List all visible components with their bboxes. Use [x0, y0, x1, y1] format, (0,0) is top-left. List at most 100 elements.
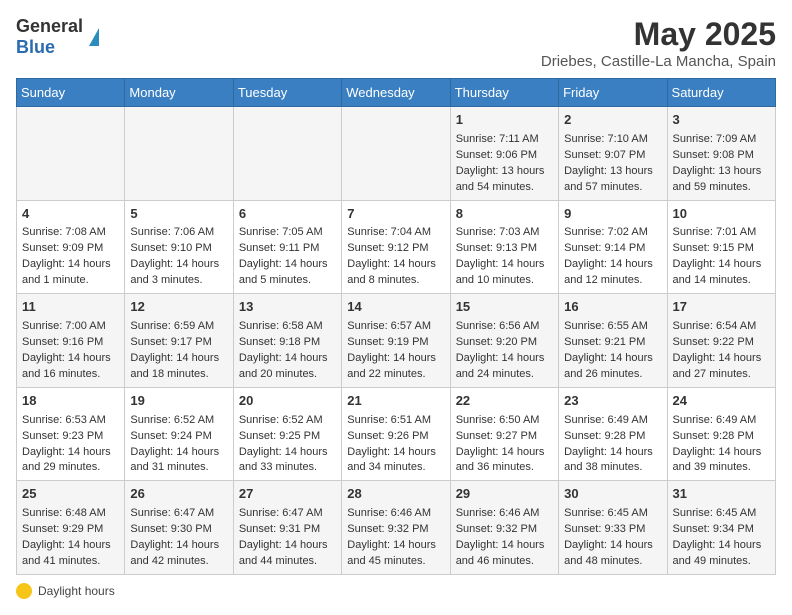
day-info-line: Sunset: 9:19 PM — [347, 335, 444, 351]
calendar-week-5: 25Sunrise: 6:48 AMSunset: 9:29 PMDayligh… — [17, 481, 776, 575]
day-number: 13 — [239, 298, 336, 317]
empty-cell — [17, 107, 125, 201]
day-cell-19: 19Sunrise: 6:52 AMSunset: 9:24 PMDayligh… — [125, 387, 233, 481]
day-cell-7: 7Sunrise: 7:04 AMSunset: 9:12 PMDaylight… — [342, 200, 450, 294]
day-info-line: Sunset: 9:32 PM — [347, 522, 444, 538]
day-info-line: Sunset: 9:16 PM — [22, 335, 119, 351]
day-info-line: and 33 minutes. — [239, 460, 336, 476]
day-info-line: Sunrise: 7:11 AM — [456, 132, 553, 148]
day-info-line: Daylight: 13 hours — [456, 164, 553, 180]
day-cell-25: 25Sunrise: 6:48 AMSunset: 9:29 PMDayligh… — [17, 481, 125, 575]
day-info-line: Sunrise: 6:54 AM — [673, 319, 770, 335]
day-info-line: and 22 minutes. — [347, 367, 444, 383]
day-header-thursday: Thursday — [450, 79, 558, 107]
day-info-line: Sunset: 9:06 PM — [456, 148, 553, 164]
day-number: 21 — [347, 392, 444, 411]
day-info-line: and 36 minutes. — [456, 460, 553, 476]
day-info-line: and 1 minute. — [22, 273, 119, 289]
day-number: 27 — [239, 485, 336, 504]
day-number: 31 — [673, 485, 770, 504]
day-info-line: Daylight: 14 hours — [347, 257, 444, 273]
day-info-line: Sunrise: 7:00 AM — [22, 319, 119, 335]
day-info-line: Sunrise: 6:46 AM — [456, 506, 553, 522]
day-info-line: Sunset: 9:10 PM — [130, 241, 227, 257]
day-info-line: Daylight: 14 hours — [673, 351, 770, 367]
day-info-line: Sunrise: 6:49 AM — [673, 413, 770, 429]
day-number: 15 — [456, 298, 553, 317]
day-info-line: and 29 minutes. — [22, 460, 119, 476]
day-info-line: Sunrise: 7:08 AM — [22, 225, 119, 241]
day-info-line: and 34 minutes. — [347, 460, 444, 476]
day-info-line: Sunset: 9:18 PM — [239, 335, 336, 351]
day-info-line: and 5 minutes. — [239, 273, 336, 289]
logo-blue: Blue — [16, 37, 55, 57]
day-info-line: Sunrise: 6:47 AM — [130, 506, 227, 522]
day-info-line: Daylight: 14 hours — [564, 445, 661, 461]
day-info-line: and 46 minutes. — [456, 554, 553, 570]
calendar-week-1: 1Sunrise: 7:11 AMSunset: 9:06 PMDaylight… — [17, 107, 776, 201]
day-info-line: and 31 minutes. — [130, 460, 227, 476]
day-info-line: Daylight: 14 hours — [22, 257, 119, 273]
day-cell-14: 14Sunrise: 6:57 AMSunset: 9:19 PMDayligh… — [342, 294, 450, 388]
day-number: 29 — [456, 485, 553, 504]
day-info-line: Sunset: 9:34 PM — [673, 522, 770, 538]
day-info-line: Daylight: 14 hours — [564, 538, 661, 554]
day-number: 9 — [564, 205, 661, 224]
day-info-line: and 14 minutes. — [673, 273, 770, 289]
day-number: 30 — [564, 485, 661, 504]
day-info-line: Daylight: 14 hours — [239, 351, 336, 367]
day-header-wednesday: Wednesday — [342, 79, 450, 107]
day-info-line: and 59 minutes. — [673, 180, 770, 196]
day-header-tuesday: Tuesday — [233, 79, 341, 107]
day-info-line: Daylight: 13 hours — [673, 164, 770, 180]
day-info-line: and 48 minutes. — [564, 554, 661, 570]
day-info-line: Daylight: 14 hours — [130, 351, 227, 367]
day-cell-5: 5Sunrise: 7:06 AMSunset: 9:10 PMDaylight… — [125, 200, 233, 294]
header-row: SundayMondayTuesdayWednesdayThursdayFrid… — [17, 79, 776, 107]
location-title: Driebes, Castille-La Mancha, Spain — [541, 53, 776, 70]
day-info-line: and 20 minutes. — [239, 367, 336, 383]
day-number: 6 — [239, 205, 336, 224]
day-info-line: Daylight: 14 hours — [456, 351, 553, 367]
day-number: 24 — [673, 392, 770, 411]
calendar-week-4: 18Sunrise: 6:53 AMSunset: 9:23 PMDayligh… — [17, 387, 776, 481]
day-info-line: and 44 minutes. — [239, 554, 336, 570]
sun-icon — [16, 583, 32, 599]
day-header-friday: Friday — [559, 79, 667, 107]
day-number: 18 — [22, 392, 119, 411]
day-info-line: and 12 minutes. — [564, 273, 661, 289]
day-cell-21: 21Sunrise: 6:51 AMSunset: 9:26 PMDayligh… — [342, 387, 450, 481]
day-info-line: Daylight: 14 hours — [347, 538, 444, 554]
day-info-line: Daylight: 14 hours — [673, 445, 770, 461]
day-info-line: Sunrise: 6:47 AM — [239, 506, 336, 522]
footer-label: Daylight hours — [38, 584, 115, 598]
day-info-line: Sunrise: 6:50 AM — [456, 413, 553, 429]
day-info-line: and 18 minutes. — [130, 367, 227, 383]
day-number: 20 — [239, 392, 336, 411]
day-info-line: Sunrise: 7:10 AM — [564, 132, 661, 148]
day-cell-23: 23Sunrise: 6:49 AMSunset: 9:28 PMDayligh… — [559, 387, 667, 481]
day-info-line: Sunrise: 6:52 AM — [239, 413, 336, 429]
day-cell-9: 9Sunrise: 7:02 AMSunset: 9:14 PMDaylight… — [559, 200, 667, 294]
day-cell-10: 10Sunrise: 7:01 AMSunset: 9:15 PMDayligh… — [667, 200, 775, 294]
day-number: 19 — [130, 392, 227, 411]
day-info-line: Daylight: 14 hours — [130, 257, 227, 273]
day-info-line: and 38 minutes. — [564, 460, 661, 476]
day-number: 10 — [673, 205, 770, 224]
day-cell-29: 29Sunrise: 6:46 AMSunset: 9:32 PMDayligh… — [450, 481, 558, 575]
day-info-line: Daylight: 14 hours — [239, 538, 336, 554]
day-number: 4 — [22, 205, 119, 224]
day-cell-3: 3Sunrise: 7:09 AMSunset: 9:08 PMDaylight… — [667, 107, 775, 201]
day-info-line: Sunset: 9:07 PM — [564, 148, 661, 164]
day-number: 1 — [456, 111, 553, 130]
day-number: 2 — [564, 111, 661, 130]
day-info-line: Sunrise: 7:06 AM — [130, 225, 227, 241]
day-cell-20: 20Sunrise: 6:52 AMSunset: 9:25 PMDayligh… — [233, 387, 341, 481]
day-cell-16: 16Sunrise: 6:55 AMSunset: 9:21 PMDayligh… — [559, 294, 667, 388]
day-number: 25 — [22, 485, 119, 504]
day-number: 14 — [347, 298, 444, 317]
calendar-table: SundayMondayTuesdayWednesdayThursdayFrid… — [16, 78, 776, 575]
day-info-line: Sunset: 9:28 PM — [564, 429, 661, 445]
logo-triangle-icon — [89, 28, 99, 46]
day-info-line: Sunrise: 6:59 AM — [130, 319, 227, 335]
